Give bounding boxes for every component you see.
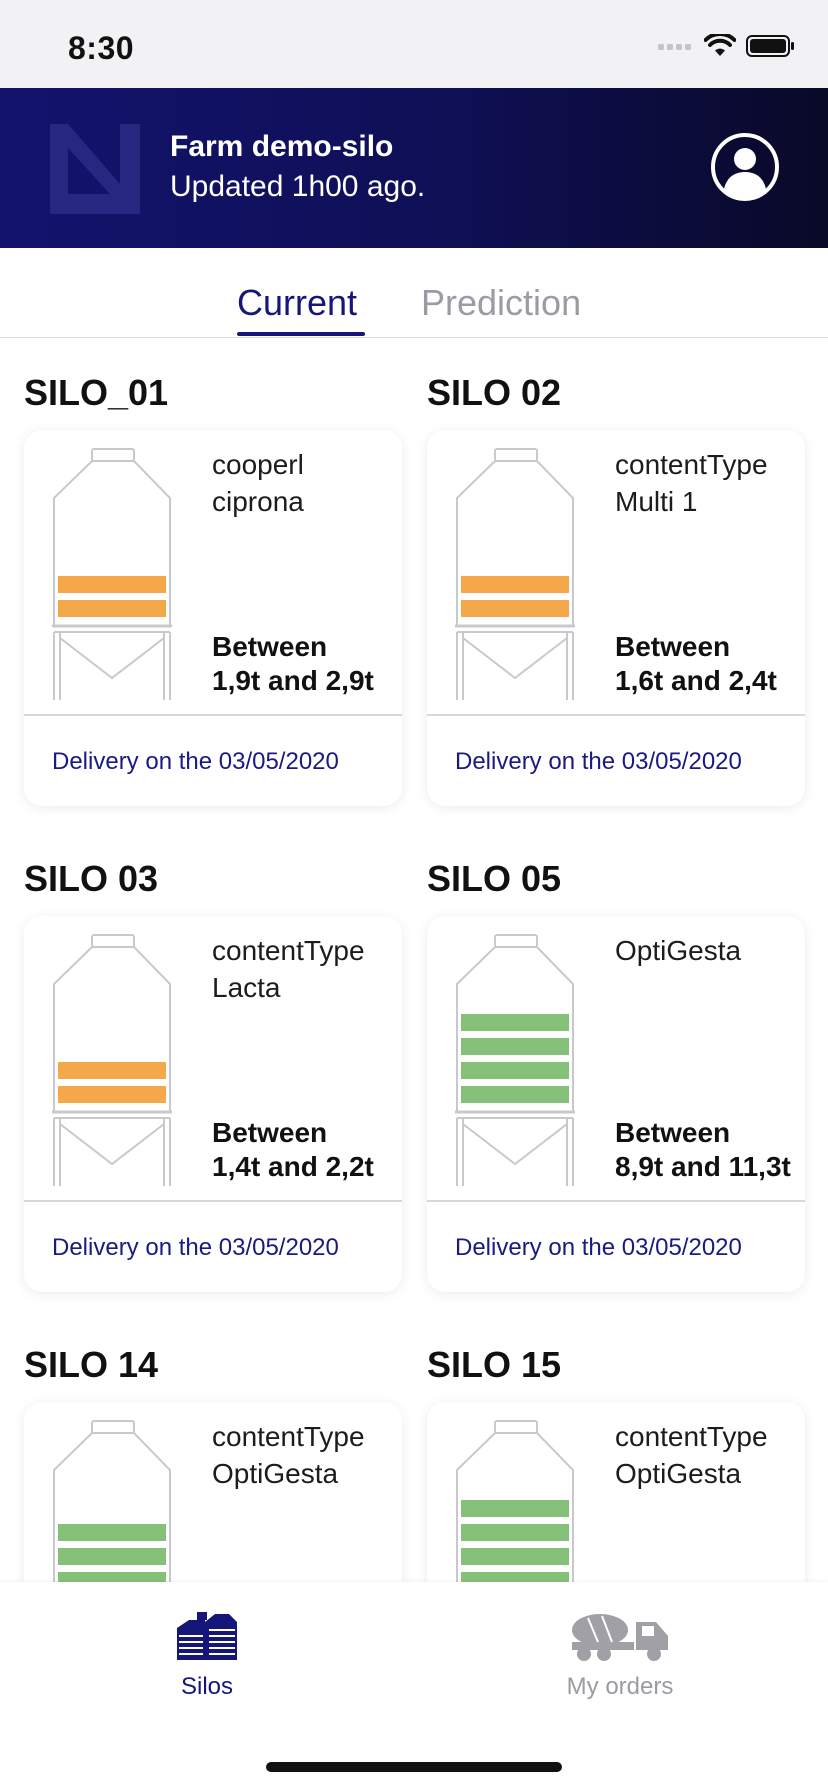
silo-content-type: contentType OptiGesta xyxy=(212,1421,365,1489)
silo-fill-bar xyxy=(461,1062,569,1079)
silo-card[interactable]: contentType Lacta Between 1,4t and 2,2t … xyxy=(24,916,402,1292)
nav-my-orders[interactable]: My orders xyxy=(520,1610,720,1701)
silo-range-label: Between xyxy=(212,1117,328,1148)
card-divider xyxy=(24,1200,402,1202)
silo-fill-bar xyxy=(461,1500,569,1517)
silo-content-type: OptiGesta xyxy=(615,935,742,966)
tab-current[interactable]: Current xyxy=(237,282,357,324)
home-indicator xyxy=(266,1762,562,1772)
silo-fill-bar xyxy=(461,1038,569,1055)
silo-fill-bar xyxy=(58,1524,166,1541)
silo-delivery-date: Delivery on the 03/05/2020 xyxy=(52,748,339,775)
last-updated-text: Updated 1h00 ago. xyxy=(170,170,426,203)
view-tabs: Current Prediction xyxy=(0,248,828,338)
card-divider xyxy=(24,714,402,716)
status-icons xyxy=(658,34,796,58)
nav-silos-label: Silos xyxy=(180,1673,234,1700)
silo-name: SILO 03 xyxy=(24,858,159,899)
tab-prediction[interactable]: Prediction xyxy=(421,282,581,324)
silo-tank-icon xyxy=(456,1420,574,1582)
profile-icon[interactable] xyxy=(710,132,780,202)
silo-fill-bar xyxy=(58,1062,166,1079)
silo-fill-bar xyxy=(461,600,569,617)
truck-icon xyxy=(572,1614,668,1661)
wifi-icon xyxy=(704,34,736,56)
silo-range-value: 1,6t and 2,4t xyxy=(615,665,777,696)
silo-fill-bar xyxy=(461,1548,569,1565)
status-time: 8:30 xyxy=(68,30,135,66)
silo-range-value: 8,9t and 11,3t xyxy=(615,1151,791,1182)
silo-fill-bar xyxy=(461,1086,569,1103)
silo-name: SILO 05 xyxy=(427,858,562,899)
bottom-tab-bar: Silos My orders xyxy=(0,1582,828,1792)
silo-content-type: contentType Lacta xyxy=(212,935,365,1003)
silo-delivery-date: Delivery on the 03/05/2020 xyxy=(455,748,742,775)
silo-card[interactable]: contentType Multi 1 Between 1,6t and 2,4… xyxy=(427,430,805,806)
silo-range-label: Between xyxy=(212,631,328,662)
card-divider xyxy=(427,714,805,716)
silo-tank-icon xyxy=(52,934,172,1186)
silo-fill-bar xyxy=(461,1572,569,1582)
battery-icon xyxy=(746,35,794,57)
silo-delivery-date: Delivery on the 03/05/2020 xyxy=(52,1234,339,1261)
silo-grid: SILO_01 cooperl ciprona Between 1,9t and… xyxy=(0,338,828,1582)
farm-title: Farm demo-silo xyxy=(170,130,394,163)
silo-fill-bar xyxy=(58,1548,166,1565)
silo-card[interactable]: cooperl ciprona Between 1,9t and 2,9t De… xyxy=(24,430,402,806)
silo-content-type: contentType Multi 1 xyxy=(615,449,768,517)
silo-tank-icon xyxy=(455,934,575,1186)
silo-delivery-date: Delivery on the 03/05/2020 xyxy=(455,1234,742,1261)
silo-name: SILO 14 xyxy=(24,1344,159,1385)
silo-tank-icon xyxy=(52,448,172,700)
silo-range-value: 1,9t and 2,9t xyxy=(212,665,374,696)
silo-card[interactable]: OptiGesta Between 8,9t and 11,3t Deliver… xyxy=(427,916,805,1292)
nav-silos[interactable]: Silos xyxy=(107,1610,307,1701)
silo-name: SILO_01 xyxy=(24,372,169,413)
silo-fill-bar xyxy=(58,576,166,593)
silo-fill-bar xyxy=(461,576,569,593)
silo-content-type: contentType OptiGesta xyxy=(615,1421,768,1489)
silo-fill-bar xyxy=(58,600,166,617)
silo-card[interactable]: contentType OptiGesta xyxy=(24,1402,402,1582)
silo-content-type: cooperl ciprona xyxy=(212,449,304,517)
silo-fill-bar xyxy=(461,1014,569,1031)
silo-card[interactable]: contentType OptiGesta xyxy=(427,1402,805,1582)
silo-name: SILO 15 xyxy=(427,1344,562,1385)
silo-range-label: Between xyxy=(615,631,731,662)
cellular-signal-icon xyxy=(658,44,691,50)
app-header: Farm demo-silo Updated 1h00 ago. xyxy=(0,88,828,248)
silo-fill-bar xyxy=(58,1572,166,1582)
silo-range-value: 1,4t and 2,2t xyxy=(212,1151,374,1182)
silo-tank-icon xyxy=(455,448,575,700)
silo-tank-icon xyxy=(53,1420,171,1582)
active-tab-indicator xyxy=(237,332,365,336)
status-bar: 8:30 xyxy=(0,0,828,88)
nav-my-orders-label: My orders xyxy=(566,1673,674,1700)
silo-range-label: Between xyxy=(615,1117,731,1148)
silo-fill-bar xyxy=(461,1524,569,1541)
silo-fill-bar xyxy=(58,1086,166,1103)
silo-name: SILO 02 xyxy=(427,372,562,413)
company-logo-icon xyxy=(50,124,140,214)
card-divider xyxy=(427,1200,805,1202)
silos-icon xyxy=(177,1612,237,1660)
